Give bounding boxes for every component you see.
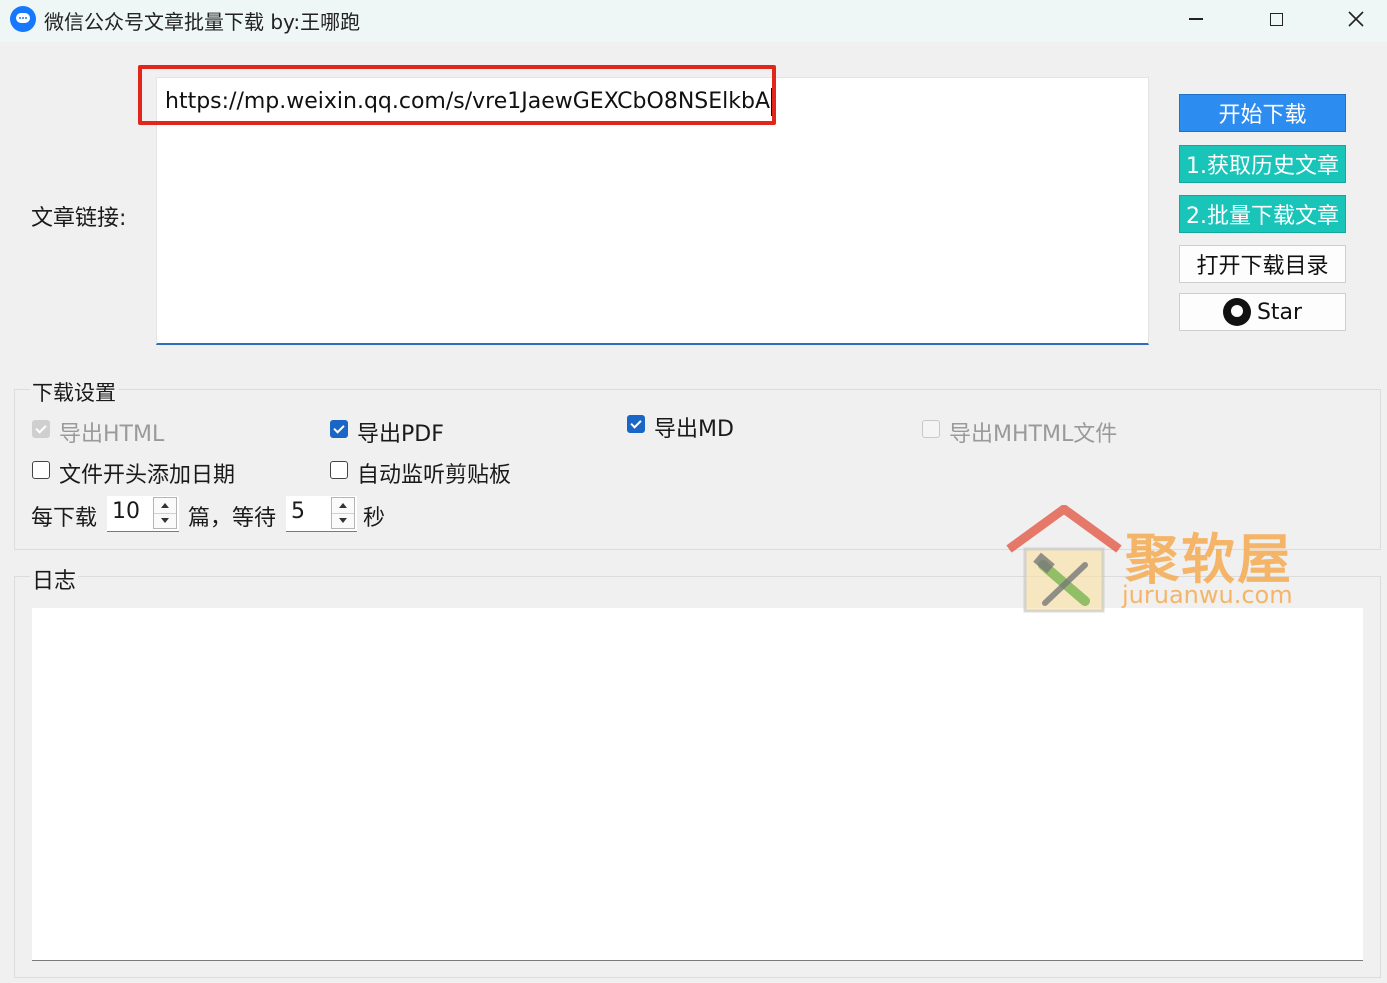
log-title: 日志 [30, 563, 79, 595]
rate-prefix-label: 每下载 [31, 506, 98, 531]
batch-download-articles-button[interactable]: 2.批量下载文章 [1179, 195, 1346, 233]
count-up-arrow-icon[interactable] [154, 498, 176, 514]
rate-middle-label: 篇，等待 [188, 506, 277, 531]
export-md-label: 导出MD [654, 417, 734, 442]
article-link-label: 文章链接: [31, 206, 127, 231]
seconds-up-arrow-icon[interactable] [332, 498, 354, 514]
title-bar: 微信公众号文章批量下载 by:王哪跑 [0, 0, 1387, 42]
minimize-button[interactable] [1156, 0, 1236, 38]
export-html-label: 导出HTML [59, 422, 165, 447]
export-pdf-checkbox[interactable] [330, 420, 348, 438]
start-download-button[interactable]: 开始下载 [1179, 94, 1346, 132]
count-down-arrow-icon[interactable] [154, 513, 176, 528]
download-settings-title: 下载设置 [30, 377, 118, 407]
github-star-button[interactable]: Star [1179, 293, 1346, 331]
add-date-prefix-label: 文件开头添加日期 [59, 463, 236, 488]
wait-seconds-value: 5 [291, 499, 305, 524]
article-count-spinbox[interactable]: 10 [107, 496, 179, 532]
article-count-value: 10 [112, 499, 140, 524]
export-mhtml-checkbox[interactable] [922, 420, 940, 438]
export-pdf-label: 导出PDF [357, 422, 444, 447]
window-title: 微信公众号文章批量下载 by:王哪跑 [44, 10, 361, 34]
rate-suffix-label: 秒 [363, 506, 386, 531]
close-icon [1348, 11, 1364, 27]
star-label: Star [1256, 299, 1303, 325]
log-textarea[interactable] [32, 608, 1363, 961]
article-link-value: https://mp.weixin.qq.com/s/vre1JaewGEXCb… [165, 89, 771, 114]
article-link-input[interactable]: https://mp.weixin.qq.com/s/vre1JaewGEXCb… [156, 77, 1149, 345]
github-icon [1222, 298, 1251, 326]
close-button[interactable] [1316, 0, 1387, 38]
app-chat-icon [10, 6, 36, 32]
seconds-down-arrow-icon[interactable] [332, 513, 354, 528]
monitor-clipboard-checkbox[interactable] [330, 461, 348, 479]
export-mhtml-label: 导出MHTML文件 [949, 422, 1118, 447]
monitor-clipboard-label: 自动监听剪贴板 [357, 463, 512, 488]
export-html-checkbox[interactable] [32, 420, 50, 438]
wait-seconds-spinbox[interactable]: 5 [286, 496, 357, 532]
maximize-button[interactable] [1236, 0, 1316, 38]
add-date-prefix-checkbox[interactable] [32, 461, 50, 479]
get-history-articles-button[interactable]: 1.获取历史文章 [1179, 145, 1346, 183]
maximize-icon [1269, 12, 1283, 26]
minimize-icon [1189, 18, 1203, 20]
text-caret [771, 88, 773, 116]
export-md-checkbox[interactable] [627, 415, 645, 433]
open-download-dir-button[interactable]: 打开下载目录 [1179, 245, 1346, 283]
